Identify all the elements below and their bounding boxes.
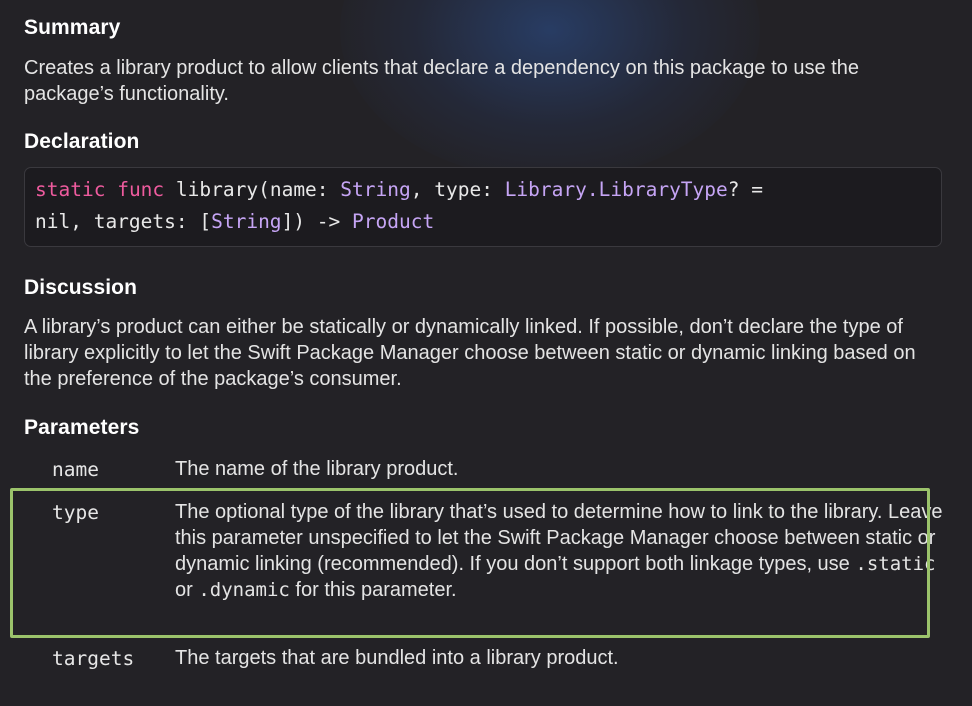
type-param-label: , type:: [410, 178, 493, 201]
parameters-heading: Parameters: [24, 416, 140, 439]
type-product[interactable]: Product: [352, 210, 434, 233]
type-librarytype[interactable]: LibraryType: [599, 178, 728, 201]
optional-default: ? =: [727, 178, 763, 201]
type-param-highlight-box: [10, 488, 930, 638]
summary-heading: Summary: [24, 16, 121, 39]
param-targets-label: targets: [52, 647, 135, 670]
return-arrow: ]) ->: [281, 210, 341, 233]
declaration-heading: Declaration: [24, 130, 140, 153]
declaration-code-block[interactable]: static func library(name: String, type: …: [24, 167, 942, 247]
param-name-desc: The name of the library product.: [175, 458, 459, 480]
type-dot: .: [586, 178, 599, 201]
func-name: library(name:: [175, 178, 329, 201]
keyword-static: static: [35, 178, 106, 201]
type-string[interactable]: String: [340, 178, 410, 201]
param-targets-desc: The targets that are bundled into a libr…: [175, 647, 619, 669]
keyword-func: func: [117, 178, 165, 201]
param-name-label: name: [52, 458, 99, 481]
code-line-2: nil, targets: [String]) -> Product: [35, 210, 434, 233]
discussion-text: A library’s product can either be static…: [24, 316, 916, 390]
type-library[interactable]: Library: [505, 178, 587, 201]
discussion-heading: Discussion: [24, 276, 138, 299]
targets-param-label: nil, targets: [: [35, 210, 212, 233]
summary-text: Creates a library product to allow clien…: [24, 57, 859, 105]
code-line-1: static func library(name: String, type: …: [35, 178, 763, 201]
type-string-2[interactable]: String: [211, 210, 281, 233]
